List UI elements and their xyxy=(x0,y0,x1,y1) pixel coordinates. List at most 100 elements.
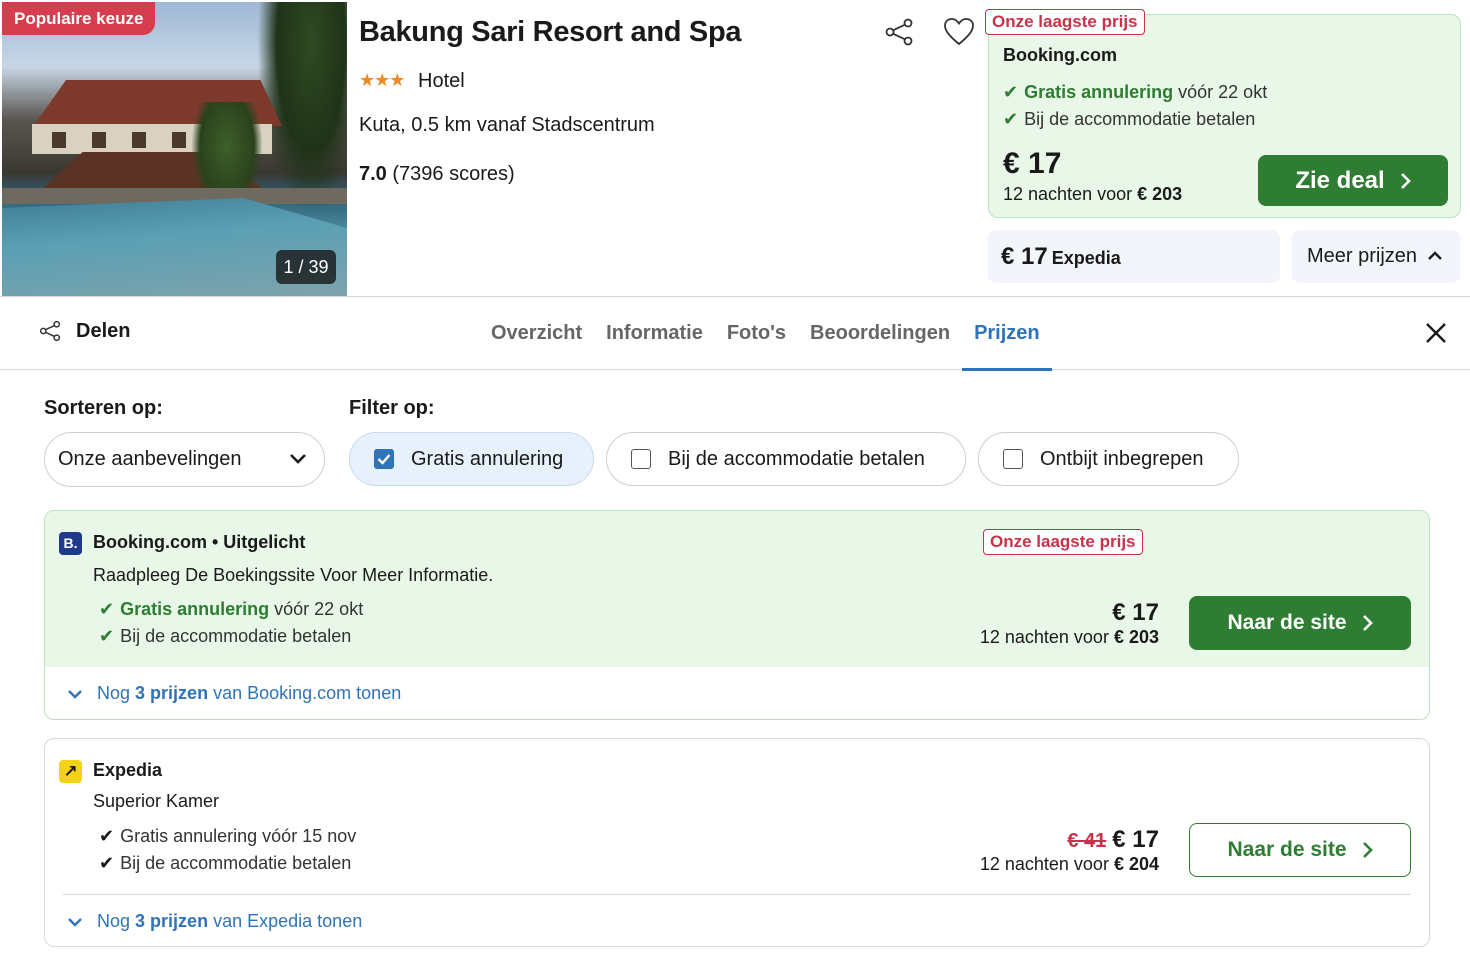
hotel-type: Hotel xyxy=(418,70,465,92)
check-icon: ✔ xyxy=(1003,82,1019,102)
share-label: Delen xyxy=(76,319,131,342)
feature-rest: vóór 22 okt xyxy=(274,599,364,619)
more-prefix: Nog xyxy=(97,911,131,931)
filter-label: Filter op: xyxy=(349,397,435,419)
nights-total: € 203 xyxy=(1113,627,1159,647)
check-icon: ✔ xyxy=(99,853,115,873)
tab-fotos[interactable]: Foto's xyxy=(715,297,798,370)
top-deal-feature-cancel: ✔ Gratis annulering vóór 22 okt xyxy=(1003,82,1267,103)
filter-pay-at-property[interactable]: Bij de accommodatie betalen xyxy=(606,432,966,486)
check-icon: ✔ xyxy=(99,626,115,646)
offer-price: € 17 xyxy=(1112,599,1159,626)
offer-feature-cancel: ✔ Gratis annulering vóór 22 okt xyxy=(99,599,363,620)
old-price: € 41 xyxy=(1067,830,1107,852)
top-deal-box: Booking.com ✔ Gratis annulering vóór 22 o… xyxy=(988,14,1461,218)
filter-label-text: Gratis annulering xyxy=(411,447,564,470)
nights-text: 12 nachten voor xyxy=(1003,184,1133,204)
feature-text: Bij de accommodatie betalen xyxy=(1024,109,1256,129)
chevron-down-icon xyxy=(290,454,306,464)
nights-total: € 203 xyxy=(1137,184,1183,204)
photo-window xyxy=(132,132,146,148)
offer-nights: 12 nachten voor € 203 xyxy=(980,627,1159,648)
chevron-right-icon xyxy=(1362,842,1373,858)
expedia-logo-icon: ↗ xyxy=(59,760,82,783)
go-to-site-button[interactable]: Naar de site xyxy=(1189,596,1411,650)
lowest-price-tag: Onze laagste prijs xyxy=(983,529,1143,555)
check-icon: ✔ xyxy=(1003,109,1019,129)
feature-bold: Gratis annulering xyxy=(120,599,270,619)
photo-window xyxy=(52,132,66,148)
filter-free-cancellation[interactable]: Gratis annulering xyxy=(349,432,594,486)
alt-price-provider: Expedia xyxy=(1051,248,1121,268)
score-value: 7.0 xyxy=(359,163,387,185)
more-prefix: Nog xyxy=(97,683,131,703)
more-prices-toggle[interactable]: Meer prijzen xyxy=(1292,230,1460,283)
hotel-location[interactable]: Kuta, 0.5 km vanaf Stadscentrum xyxy=(359,114,655,137)
more-prices-link[interactable]: Nog 3 prijzen van Expedia tonen xyxy=(67,911,362,932)
sort-dropdown[interactable]: Onze aanbevelingen xyxy=(44,432,325,487)
top-deal-provider: Booking.com xyxy=(1003,45,1118,65)
more-prices-link[interactable]: Nog 3 prijzen van Booking.com tonen xyxy=(67,683,401,704)
top-deal-feature-pay: ✔ Bij de accommodatie betalen xyxy=(1003,109,1255,130)
more-prices-text: Nog 3 prijzen van Expedia tonen xyxy=(97,911,362,932)
chevron-down-icon xyxy=(68,689,82,699)
filter-label-text: Bij de accommodatie betalen xyxy=(668,447,925,470)
offer-room: Raadpleeg De Boekingssite Voor Meer Info… xyxy=(93,565,494,585)
checkbox-unchecked[interactable] xyxy=(1003,449,1023,469)
more-suffix: van Expedia tonen xyxy=(213,911,363,931)
sort-label: Sorteren op: xyxy=(44,397,163,419)
feature-rest: vóór 22 okt xyxy=(1178,82,1268,102)
offer-feature-pay: ✔ Bij de accommodatie betalen xyxy=(99,626,351,647)
hotel-name[interactable]: Bakung Sari Resort and Spa xyxy=(359,16,741,49)
checkbox-unchecked[interactable] xyxy=(631,449,651,469)
check-icon: ✔ xyxy=(99,599,115,619)
alt-price-expedia[interactable]: € 17 Expedia xyxy=(988,230,1280,283)
detail-nav-bar: Delen Overzicht Informatie Foto's Beoord… xyxy=(0,297,1470,371)
offer-card-booking: B. Booking.com • Uitgelicht Onze laagste… xyxy=(44,510,1430,720)
feature-text: Bij de accommodatie betalen xyxy=(120,853,352,873)
more-suffix: van Booking.com tonen xyxy=(213,683,402,703)
hotel-card: Populaire keuze 1 / 39 Bakung Sari Resor… xyxy=(0,0,1470,297)
nights-text: 12 nachten voor xyxy=(979,627,1109,647)
photo-counter: 1 / 39 xyxy=(276,250,336,284)
chevron-down-icon xyxy=(68,917,82,927)
chevron-right-icon xyxy=(1362,615,1373,631)
divider xyxy=(63,894,1411,895)
see-deal-label: Zie deal xyxy=(1295,166,1385,194)
offer-feature-cancel: ✔ Gratis annulering vóór 15 nov xyxy=(99,826,356,847)
feature-text: Gratis annulering vóór 15 nov xyxy=(120,826,357,846)
offer-provider: Booking.com • Uitgelicht xyxy=(93,532,306,552)
close-icon[interactable] xyxy=(1421,316,1451,350)
filter-label-text: Ontbijt inbegrepen xyxy=(1040,447,1204,470)
photo-window xyxy=(92,132,106,148)
heart-icon[interactable] xyxy=(942,16,976,48)
tab-informatie[interactable]: Informatie xyxy=(594,297,715,370)
top-deal-nights: 12 nachten voor € 203 xyxy=(1003,184,1182,205)
alt-price-value: € 17 xyxy=(1001,243,1048,270)
nights-total: € 204 xyxy=(1113,854,1159,874)
photo-window xyxy=(172,132,186,148)
more-prices-text: Nog 3 prijzen van Booking.com tonen xyxy=(97,683,401,704)
go-to-site-label: Naar de site xyxy=(1227,838,1347,861)
share-icon[interactable] xyxy=(883,16,915,48)
checkbox-checked[interactable] xyxy=(374,449,394,469)
score-count: (7396 scores) xyxy=(392,163,515,185)
filter-breakfast-included[interactable]: Ontbijt inbegrepen xyxy=(978,432,1239,486)
share-button[interactable]: Delen xyxy=(38,319,130,343)
offer-feature-pay: ✔ Bij de accommodatie betalen xyxy=(99,853,351,874)
more-prices-label: Meer prijzen xyxy=(1307,245,1418,267)
go-to-site-label: Naar de site xyxy=(1227,611,1347,634)
more-count: 3 prijzen xyxy=(135,911,209,931)
price-value: € 17 xyxy=(1112,826,1159,853)
offer-price: € 41 € 17 xyxy=(1067,826,1159,854)
tab-beoordelingen[interactable]: Beoordelingen xyxy=(798,297,962,370)
go-to-site-button[interactable]: Naar de site xyxy=(1189,823,1411,877)
tab-prijzen[interactable]: Prijzen xyxy=(962,297,1052,371)
booking-logo-icon: B. xyxy=(59,532,82,555)
tab-overzicht[interactable]: Overzicht xyxy=(491,297,594,370)
lowest-price-tag: Onze laagste prijs xyxy=(985,9,1145,35)
more-count: 3 prijzen xyxy=(135,683,209,703)
detail-tabs: Overzicht Informatie Foto's Beoordelinge… xyxy=(491,297,1052,371)
hotel-score[interactable]: 7.0 (7396 scores) xyxy=(359,163,515,186)
see-deal-button[interactable]: Zie deal xyxy=(1258,155,1448,206)
